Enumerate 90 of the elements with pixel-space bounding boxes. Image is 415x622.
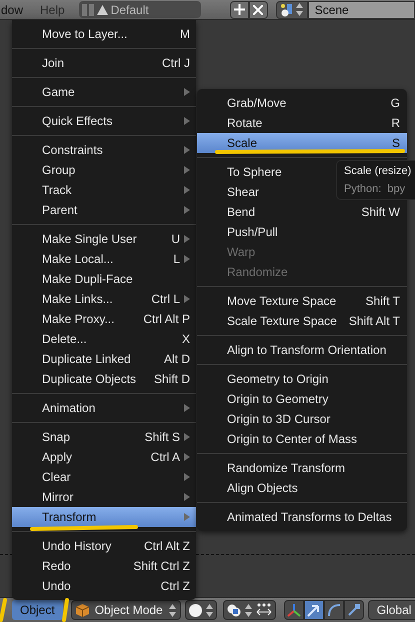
menu-item[interactable]: Origin to 3D Cursor <box>197 409 407 429</box>
menu-item[interactable]: Align to Transform Orientation <box>197 340 407 360</box>
close-icon <box>253 4 264 14</box>
menu-item[interactable]: Move to Layer... M <box>12 24 196 44</box>
submenu-arrow-icon <box>184 453 190 461</box>
menu-item[interactable]: Origin to Center of Mass <box>197 429 407 449</box>
menu-item[interactable]: Duplicate Linked Alt D <box>12 349 196 369</box>
submenu-arrow-icon <box>184 433 190 441</box>
cube-icon <box>76 604 89 616</box>
menu-item[interactable]: Duplicate Objects Shift D <box>12 369 196 389</box>
menu-item[interactable]: Make Proxy... Ctrl Alt P <box>12 309 196 329</box>
menu-item[interactable]: Track <box>12 180 196 200</box>
menu-item[interactable]: Game <box>12 82 196 102</box>
menu-item[interactable]: Make Dupli-Face <box>12 269 196 289</box>
submenu-arrow-icon <box>184 146 190 154</box>
menu-item[interactable]: Geometry to Origin <box>197 369 407 389</box>
menu-item[interactable]: Origin to Geometry <box>197 389 407 409</box>
add-button[interactable] <box>230 0 249 18</box>
menu-item[interactable]: Make Single User U <box>12 229 196 249</box>
submenu-arrow-icon <box>184 493 190 501</box>
menu-item[interactable]: Move Texture Space Shift T <box>197 291 407 311</box>
arc-icon <box>328 604 340 616</box>
submenu-arrow-icon <box>184 295 190 303</box>
menu-item[interactable]: Push/Pull <box>197 222 407 242</box>
menu-item[interactable]: Constraints <box>12 140 196 160</box>
menu-item[interactable]: Make Links... Ctrl L <box>12 289 196 309</box>
menu-item[interactable]: Join Ctrl J <box>12 53 196 73</box>
orientation-dropdown[interactable]: Global <box>368 600 415 620</box>
menu-item[interactable]: Scale Texture Space Shift Alt T <box>197 311 407 331</box>
pivot-dropdown[interactable] <box>222 600 276 620</box>
axes-icon <box>286 603 301 617</box>
submenu-arrow-icon <box>184 186 190 194</box>
submenu-arrow-icon <box>184 235 190 243</box>
scene-field[interactable]: Scene <box>308 0 415 18</box>
menu-item[interactable]: Snap Shift S <box>12 427 196 447</box>
submenu-arrow-icon <box>184 513 190 521</box>
align-icon <box>256 603 272 617</box>
menu-item[interactable]: Clear <box>12 467 196 487</box>
highlight-stroke <box>62 598 69 622</box>
layout-name: Default <box>110 2 149 18</box>
highlight-stroke <box>0 598 7 622</box>
updown-icon <box>206 604 213 616</box>
menu-item[interactable]: Animation <box>12 398 196 418</box>
updown-icon <box>168 604 176 616</box>
mode-dropdown[interactable]: Object Mode <box>70 600 181 620</box>
menu-item[interactable]: Bend Shift W <box>197 202 407 222</box>
submenu-arrow-icon <box>184 88 190 96</box>
menu-item[interactable]: Group <box>12 160 196 180</box>
tooltip-python: Python: bpy <box>344 182 406 197</box>
menu-item[interactable]: Transform <box>12 507 196 527</box>
menu-item[interactable]: Animated Transforms to Deltas <box>197 507 407 527</box>
updown-icon <box>296 3 303 16</box>
pivot-icon <box>226 604 241 616</box>
menu-item[interactable]: Rotate R <box>197 113 407 133</box>
menu-item[interactable]: Parent <box>12 200 196 220</box>
menu-item[interactable]: Redo Shift Ctrl Z <box>12 556 196 576</box>
submenu-arrow-icon <box>184 473 190 481</box>
scale-button[interactable] <box>344 600 364 620</box>
menu-item[interactable]: Undo Ctrl Z <box>12 576 196 596</box>
menu-item[interactable]: Apply Ctrl A <box>12 447 196 467</box>
menu-item[interactable]: Align Objects <box>197 478 407 498</box>
layout-icon <box>82 4 94 16</box>
menu-item[interactable]: Grab/Move G <box>197 93 407 113</box>
scene-selector[interactable] <box>276 0 308 18</box>
layout-selector[interactable]: Default <box>78 1 201 18</box>
menu-item[interactable]: Undo History Ctrl Alt Z <box>12 536 196 556</box>
close-button[interactable] <box>248 0 268 18</box>
submenu-arrow-icon <box>184 404 190 412</box>
scale-handle-icon <box>348 604 360 616</box>
menu-item[interactable]: Quick Effects <box>12 111 196 131</box>
menu-item[interactable]: Make Local... L <box>12 249 196 269</box>
rotate-button[interactable] <box>324 600 344 620</box>
scene-icon <box>280 2 294 16</box>
object-menu-button[interactable]: Object <box>12 600 63 620</box>
submenu-arrow-icon <box>184 206 190 214</box>
menu-item[interactable]: Mirror <box>12 487 196 507</box>
triangle-icon <box>96 4 108 14</box>
shading-dropdown[interactable] <box>184 600 217 620</box>
manipulator-toggle[interactable] <box>284 600 304 620</box>
arrow-icon <box>307 604 320 616</box>
menu-item[interactable]: Randomize Transform <box>197 458 407 478</box>
menu-item[interactable]: Delete... X <box>12 329 196 349</box>
tooltip-title: Scale (resize) <box>344 164 412 178</box>
updown-icon <box>244 604 252 616</box>
translate-button[interactable] <box>304 600 324 620</box>
sphere-icon <box>188 604 202 616</box>
submenu-arrow-icon <box>184 117 190 125</box>
submenu-arrow-icon <box>184 166 190 174</box>
submenu-arrow-icon <box>184 255 190 263</box>
plus-icon <box>234 4 245 15</box>
